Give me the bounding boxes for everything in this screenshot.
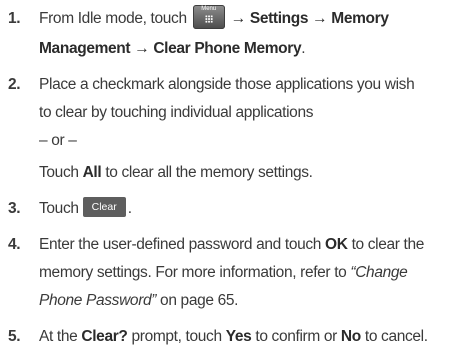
step-2-number: 2. <box>8 76 21 93</box>
step-3-number: 3. <box>8 200 21 217</box>
clear-phone-memory-label: Clear Phone Memory <box>153 40 302 57</box>
step-4-page-ref: on page 65. <box>156 292 239 309</box>
menu-icon[interactable]: Menu <box>192 4 225 29</box>
step-1-line-2: Management → Clear Phone Memory. <box>0 34 473 64</box>
step-4-line-3: Phone Password” on page 65. <box>0 286 473 316</box>
step-4-text-c: memory settings. For more information, r… <box>39 264 347 281</box>
reference-link-part-2: Phone Password” <box>39 292 157 309</box>
management-label: Management <box>39 40 131 57</box>
step-2-line-4: Touch All to clear all the memory settin… <box>0 158 473 188</box>
clear-button[interactable]: Clear <box>82 196 126 217</box>
step-2-rest: to clear all the memory settings. <box>105 164 313 181</box>
step-2-touch: Touch <box>39 164 79 181</box>
step-5-text-a: At the <box>39 328 78 345</box>
step-5-text-c: to confirm or <box>255 328 337 345</box>
step-5-line: 5. At the Clear? prompt, touch Yes to co… <box>0 322 473 352</box>
step-2-or-line: – or – <box>0 126 473 156</box>
step-5-number: 5. <box>8 328 21 345</box>
arrow-3: → <box>134 40 150 57</box>
or-separator: – or – <box>39 132 77 149</box>
step-3-touch: Touch <box>39 200 79 217</box>
memory-label: Memory <box>331 10 389 27</box>
ok-label: OK <box>325 236 348 253</box>
all-label: All <box>82 164 102 181</box>
clear-prompt-label: Clear? <box>81 328 128 345</box>
step-4-text-b: to clear the <box>351 236 425 253</box>
settings-label: Settings <box>249 10 309 27</box>
reference-link-part-1: “Change <box>350 264 408 281</box>
step-2-text-1: Place a checkmark alongside those applic… <box>39 76 415 93</box>
step-4-line-2: memory settings. For more information, r… <box>0 258 473 288</box>
no-label: No <box>340 328 361 345</box>
step-3-period: . <box>127 200 132 217</box>
step-1-period: . <box>301 40 306 57</box>
step-5-text-d: to cancel. <box>364 328 428 345</box>
step-2-line-1: 2. Place a checkmark alongside those app… <box>0 70 473 100</box>
yes-label: Yes <box>225 328 252 345</box>
step-4-text-a: Enter the user-defined password and touc… <box>39 236 322 253</box>
step-3-line: 3. Touch Clear. <box>0 194 473 224</box>
step-1-line-1: 1. From Idle mode, touch Menu → Settings →… <box>0 4 473 34</box>
step-4-number: 4. <box>8 236 21 253</box>
arrow-1: → <box>230 10 247 27</box>
step-1-number: 1. <box>8 10 21 27</box>
arrow-2: → <box>312 10 328 27</box>
step-1-text: From Idle mode, touch <box>39 10 187 27</box>
step-2-line-2: to clear by touching individual applicat… <box>0 98 473 128</box>
step-4-line-1: 4. Enter the user-defined password and t… <box>0 230 473 260</box>
grid-icon <box>204 14 213 23</box>
step-2-text-2: to clear by touching individual applicat… <box>39 104 314 121</box>
step-5-text-b: prompt, touch <box>131 328 223 345</box>
menu-icon-label: Menu <box>201 5 217 12</box>
